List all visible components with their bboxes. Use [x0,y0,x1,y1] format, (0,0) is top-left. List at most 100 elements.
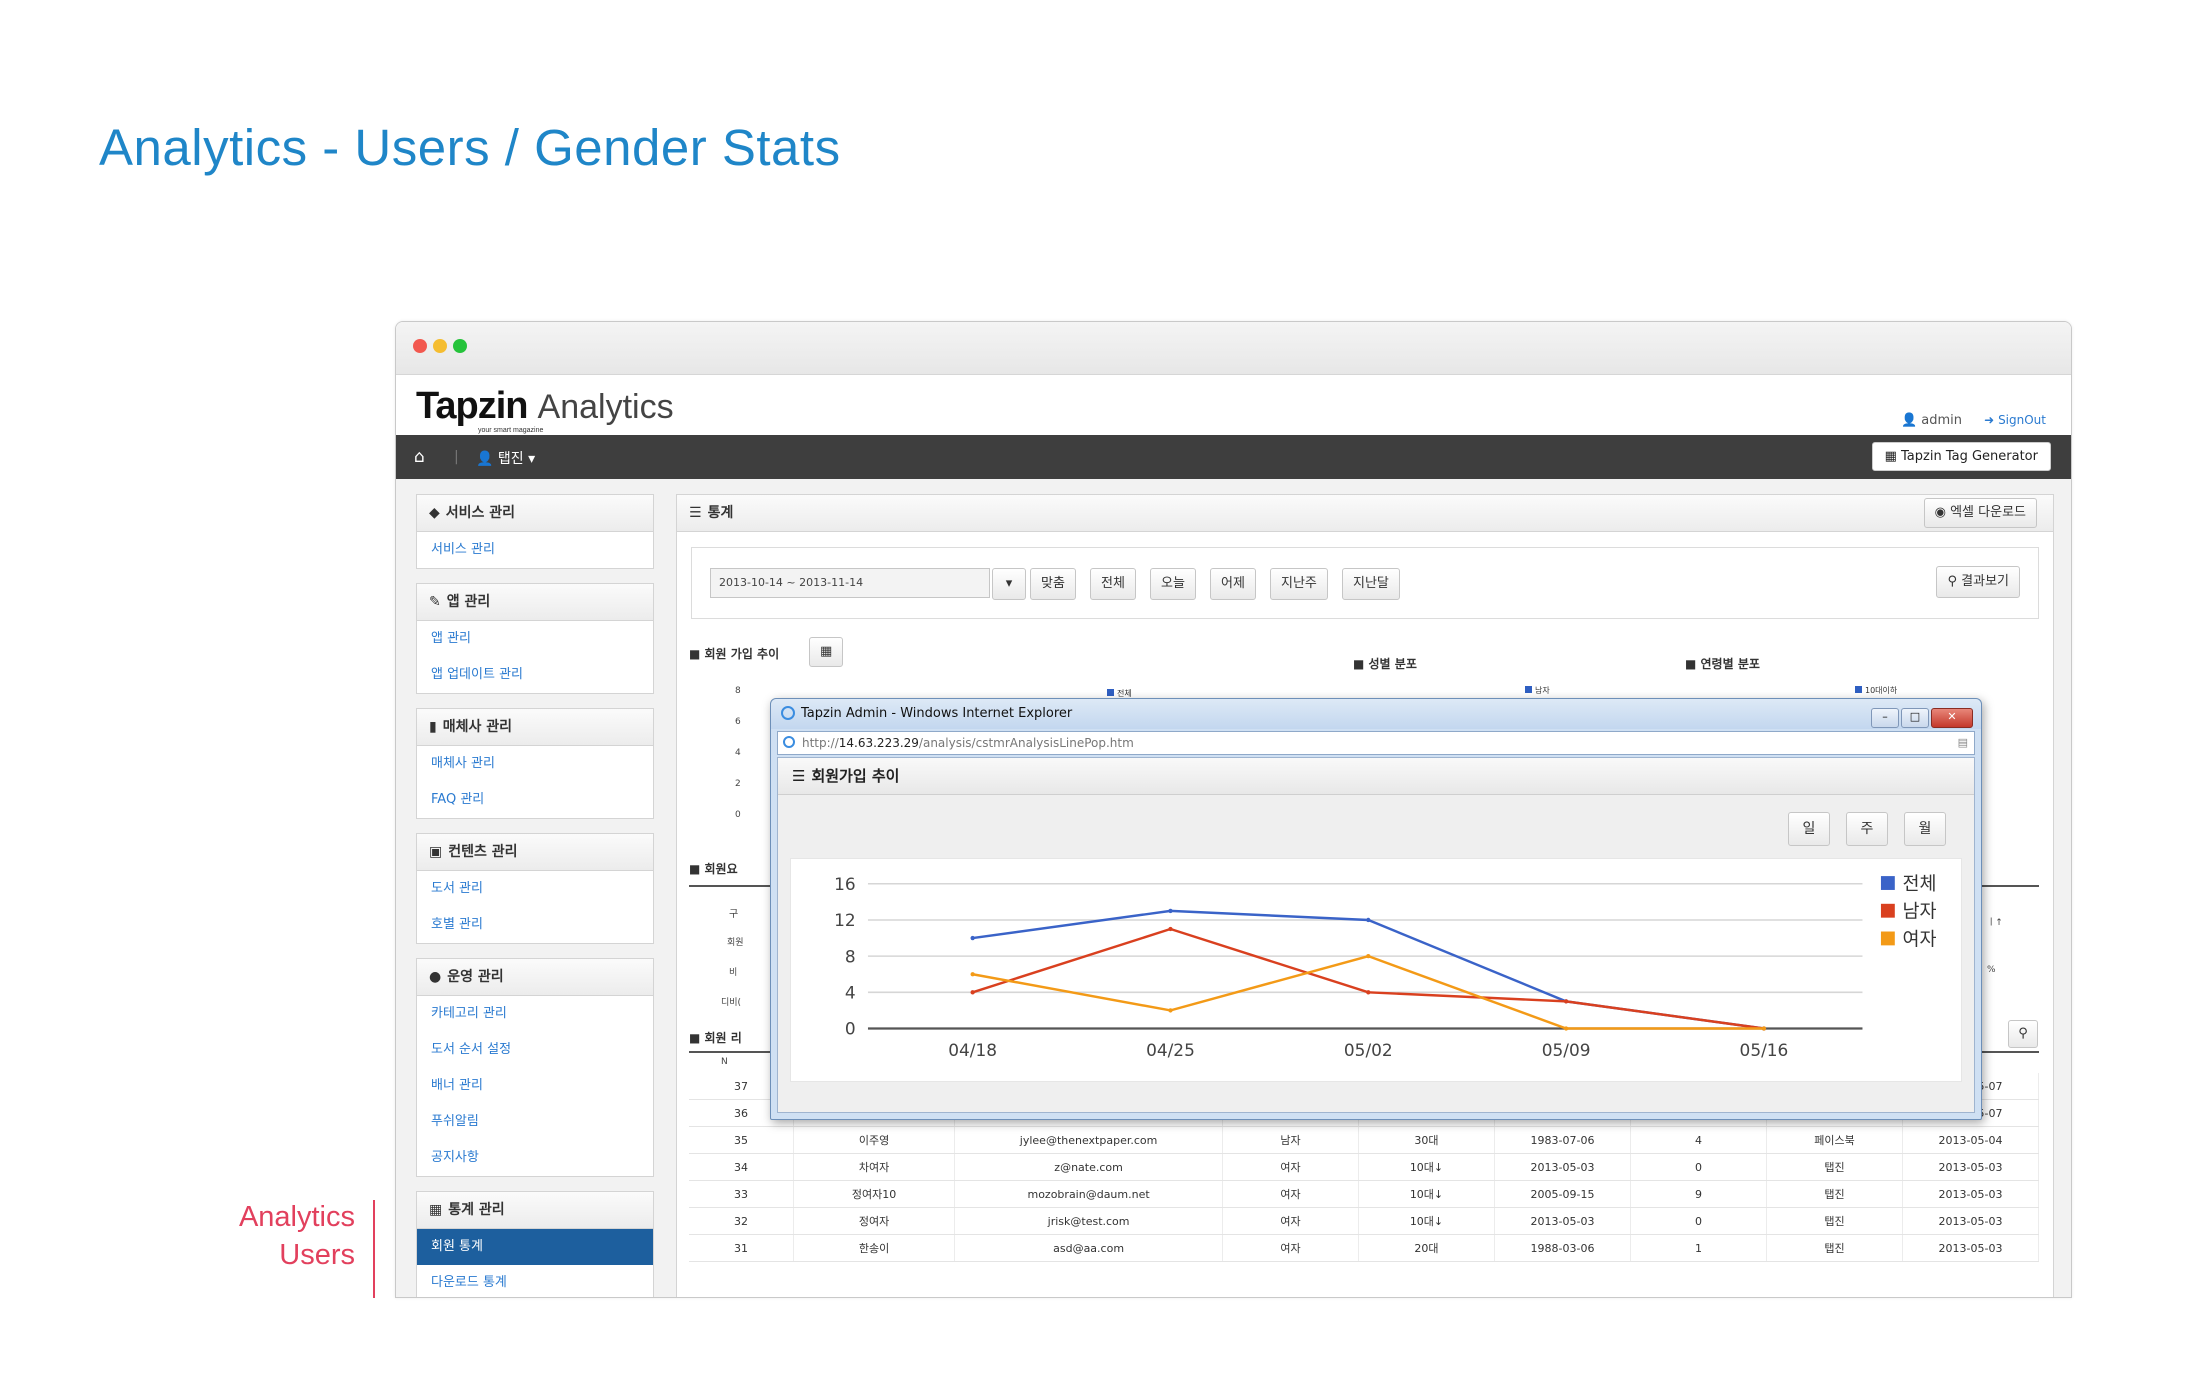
sidebar-group-label: 컨텐츠 관리 [448,844,518,860]
user-icon: 👤 [1900,413,1918,428]
sidebar-item-banner[interactable]: 배너 관리 [417,1068,653,1104]
excel-download-button[interactable]: ◉ 엑셀 다운로드 [1923,498,2037,528]
sidebar-item-push[interactable]: 푸쉬알림 [417,1104,653,1140]
period-day-button[interactable]: 일 [1788,812,1830,846]
table-row[interactable]: 31 한송이 asd@aa.com 여자 20대 1988-03-06 1 탭진 2013-05… [689,1234,2040,1262]
data-point [1563,999,1569,1004]
ie-icon [781,706,795,720]
table-cell: 2005-09-15 [1494,1180,1631,1208]
sidebar-item-member-stats[interactable]: 회원 통계 [417,1229,653,1265]
signout-link[interactable]: ➜ SignOut [1984,413,2046,427]
summary-cell: ㅣ↑ [1987,918,2003,928]
table-row[interactable]: 34 차여자 z@nate.com 여자 10대↓ 2013-05-03 0 탭진 2013-0… [689,1153,2040,1181]
sidebar-group-publisher: ▮ 매체사 관리 매체사 관리 FAQ 관리 [416,708,654,819]
table-cell: 32 [689,1207,794,1235]
sidebar-group-label: 앱 관리 [446,594,491,610]
sidebar-group-title[interactable]: ▣ 컨텐츠 관리 [417,834,653,871]
table-cell: 한송이 [793,1234,956,1262]
table-cell: 2013-05-03 [1902,1207,2040,1235]
sidebar-item-category[interactable]: 카테고리 관리 [417,996,653,1032]
popup-panel-title: 회원가입 추이 [811,767,900,785]
signup-chart-svg: 0 4 8 12 16 04/18 04/25 05/02 05/09 05/16 전체남자여자 [834,874,1937,1060]
sidebar-group-title[interactable]: ◆ 서비스 관리 [417,495,653,532]
member-summary-text: 회원요 [704,862,738,876]
popup-content: ☰ 회원가입 추이 일 주 월 0 4 8 12 16 04/18 04/25 05/02 05/… [777,757,1975,1113]
close-icon[interactable]: ✕ [1931,708,1973,728]
sidebar-item-service[interactable]: 서비스 관리 [417,532,653,568]
download-icon: ◉ [1934,505,1946,520]
sidebar-item-download-stats[interactable]: 다운로드 통계 [417,1265,653,1297]
sidebar-item-publisher[interactable]: 매체사 관리 [417,746,653,782]
period-month-button[interactable]: 월 [1904,812,1946,846]
url-prefix: http:// [802,736,839,750]
logo[interactable]: Tapzin Analytics your smart magazine [416,385,674,434]
address-url: http://14.63.223.29/analysis/cstmrAnalys… [802,732,1134,754]
member-search-button[interactable]: ⚲ [2008,1020,2038,1048]
signup-trend-label: ■ 회원 가입 추이 [689,647,780,661]
sidebar-item-app-update[interactable]: 앱 업데이트 관리 [417,657,653,693]
table-row[interactable]: 35 이주영 jylee@thenextpaper.com 남자 30대 1983-07-… [689,1126,2040,1154]
quick-last-week-button[interactable]: 지난주 [1270,568,1328,600]
table-row[interactable]: 33 정여자10 mozobrain@daum.net 여자 10대↓ 2005-09-1… [689,1180,2040,1208]
sidebar-group-title[interactable]: ▦ 통계 관리 [417,1192,653,1229]
x-tick-label: 05/09 [1542,1040,1591,1060]
sidebar-item-notice[interactable]: 공지사항 [417,1140,653,1176]
close-dot-icon[interactable] [413,339,427,353]
sidebar-group-label: 매체사 관리 [442,719,512,735]
sidebar-group-app: ✎ 앱 관리 앱 관리 앱 업데이트 관리 [416,583,654,694]
table-cell: 35 [689,1126,794,1154]
table-cell: 페이스북 [1766,1126,1903,1154]
tag-icon: ◆ [429,505,440,521]
sidebar-group-title[interactable]: ✎ 앱 관리 [417,584,653,621]
caption-users: Users [279,1239,355,1271]
quick-last-month-button[interactable]: 지난달 [1342,568,1400,600]
maximize-icon[interactable]: □ [1901,708,1929,728]
period-week-button[interactable]: 주 [1846,812,1888,846]
table-cell: 10대↓ [1358,1180,1495,1208]
page-title: Analytics - Users / Gender Stats [99,119,841,176]
minimize-dot-icon[interactable] [433,339,447,353]
table-row[interactable]: 32 정여자 jrisk@test.com 여자 10대↓ 2013-05-03 0 탭진 20… [689,1207,2040,1235]
sidebar-item-books[interactable]: 도서 관리 [417,871,653,907]
sidebar-group-title[interactable]: ▮ 매체사 관리 [417,709,653,746]
sidebar-item-book-order[interactable]: 도서 순서 설정 [417,1032,653,1068]
table-cell: 2013-05-03 [1902,1234,2040,1262]
date-range-input[interactable]: 2013-10-14 ~ 2013-11-14 [710,568,990,598]
sidebar-group-title[interactable]: ● 운영 관리 [417,959,653,996]
sidebar-group-label: 통계 관리 [448,1202,505,1218]
table-cell: 10대↓ [1358,1153,1495,1181]
age-distribution-text: 연령별 분포 [1700,657,1760,671]
bg-axis-tick: 8 [735,686,741,696]
quick-all-button[interactable]: 전체 [1090,568,1136,600]
sidebar-group-operation: ● 운영 관리 카테고리 관리 도서 순서 설정 배너 관리 푸쉬알림 공지사항 [416,958,654,1177]
sidebar-item-app[interactable]: 앱 관리 [417,621,653,657]
quick-yesterday-button[interactable]: 어제 [1210,568,1256,600]
quick-custom-button[interactable]: 맞춤 [1030,568,1076,600]
data-point [1366,990,1371,995]
minimize-icon[interactable]: – [1871,708,1899,728]
y-tick-label: 12 [834,910,856,930]
date-dropdown-button[interactable]: ▾ [992,568,1026,600]
quick-today-button[interactable]: 오늘 [1150,568,1196,600]
bg-legend-age: 10대이하 [1855,685,1897,696]
view-results-button[interactable]: ⚲ 결과보기 [1936,566,2020,598]
table-cell: 정여자 [793,1207,956,1235]
tag-generator-button[interactable]: ▦ Tapzin Tag Generator [1871,442,2051,471]
account-menu[interactable]: 👤 탭진 ▾ [476,448,535,468]
panel-title: 통계 [707,505,734,521]
popup-titlebar[interactable]: Tapzin Admin - Windows Internet Explorer… [771,699,1981,729]
sidebar-item-faq[interactable]: FAQ 관리 [417,782,653,818]
home-icon[interactable]: ⌂ [414,447,425,467]
table-cell: 4 [1630,1126,1767,1154]
popup-chart-button[interactable]: ▦ [809,637,844,667]
table-cell: 차여자 [793,1153,956,1181]
table-cell: 탭진 [1766,1234,1903,1262]
sidebar-item-issues[interactable]: 호별 관리 [417,907,653,943]
legend-label: 여자 [1903,929,1937,950]
bg-legend-male: 남자 [1525,685,1550,696]
address-bar[interactable]: http://14.63.223.29/analysis/cstmrAnalys… [777,731,1975,755]
signout-label: SignOut [1998,413,2046,427]
table-cell: 이주영 [793,1126,956,1154]
page-icon[interactable]: ▤ [1958,732,1968,754]
zoom-dot-icon[interactable] [453,339,467,353]
